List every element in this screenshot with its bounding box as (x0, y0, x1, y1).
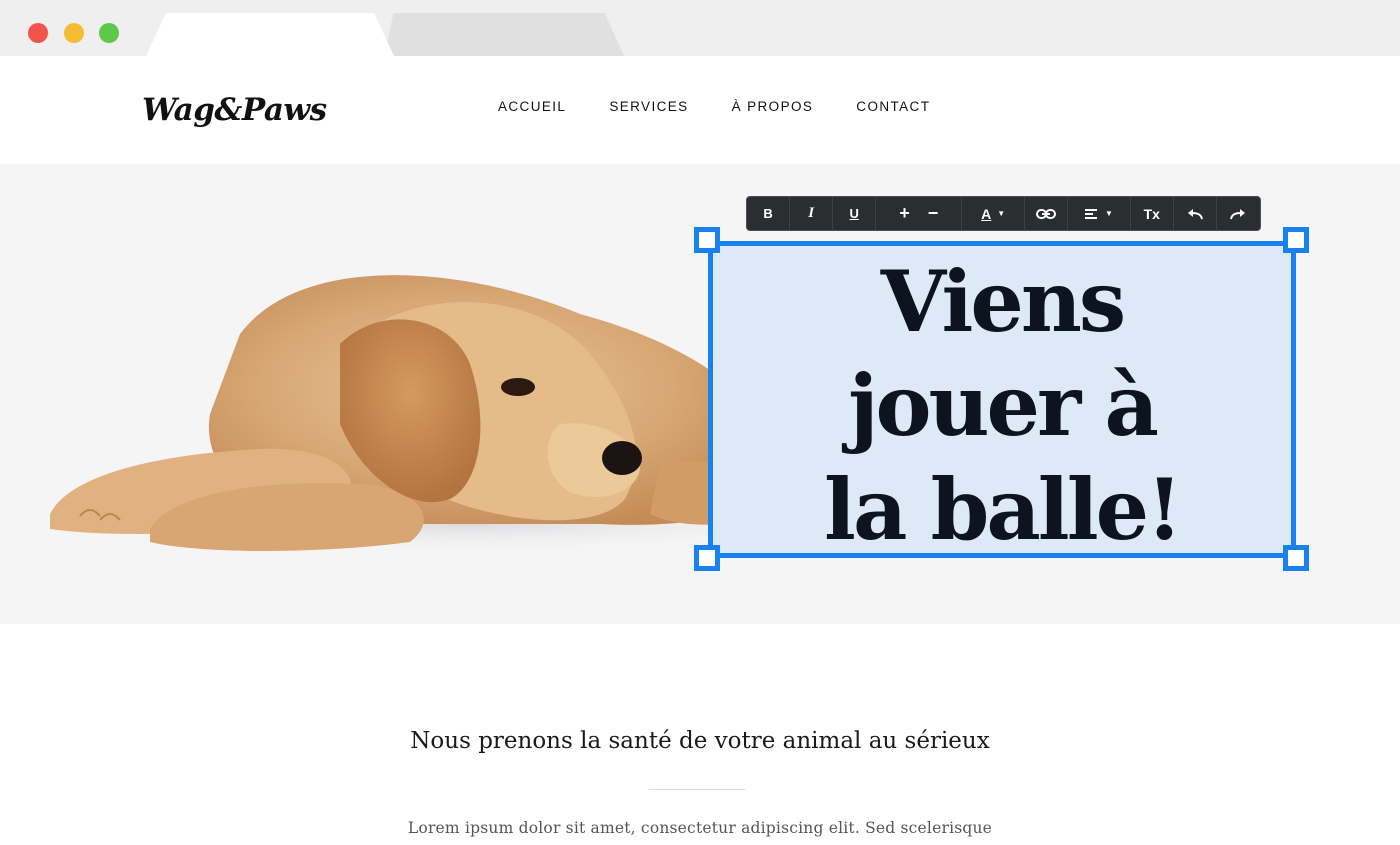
text-format-toolbar: B I U + − A ▼ ▼ Tx (746, 196, 1261, 231)
browser-chrome (0, 0, 1400, 56)
resize-handle-bottom-right[interactable] (1283, 545, 1309, 571)
section-body-text: Lorem ipsum dolor sit amet, consectetur … (407, 819, 993, 837)
underline-label: U (849, 206, 859, 221)
maximize-window-button[interactable] (99, 23, 119, 43)
redo-button[interactable] (1217, 197, 1260, 230)
bold-label: B (763, 206, 773, 221)
resize-handle-bottom-left[interactable] (694, 545, 720, 571)
link-button[interactable] (1025, 197, 1069, 230)
headline-edit-box[interactable]: Viens jouer à la balle! (708, 241, 1296, 559)
underline-button[interactable]: U (833, 197, 877, 230)
minimize-window-button[interactable] (64, 23, 84, 43)
browser-tab-active[interactable] (146, 13, 394, 56)
text-color-button[interactable]: A ▼ (962, 197, 1026, 230)
hero-headline[interactable]: Viens jouer à la balle! (713, 250, 1291, 562)
clear-format-label: Tx (1143, 205, 1160, 222)
undo-icon (1187, 208, 1203, 219)
nav-item-accueil[interactable]: ACCUEIL (498, 99, 566, 114)
text-color-label: A (981, 205, 992, 222)
undo-button[interactable] (1174, 197, 1217, 230)
chevron-down-icon: ▼ (1104, 209, 1113, 218)
redo-icon (1230, 208, 1246, 219)
headline-line-3: la balle! (824, 460, 1183, 559)
section-title: Nous prenons la santé de votre animal au… (410, 728, 990, 754)
site-header: Wag&Paws ACCUEIL SERVICES À PROPOS CONTA… (0, 56, 1400, 164)
section-divider (649, 789, 745, 790)
bold-button[interactable]: B (747, 197, 791, 230)
chevron-down-icon: ▼ (997, 209, 1006, 218)
site-logo[interactable]: Wag&Paws (142, 92, 327, 128)
close-window-button[interactable] (28, 23, 48, 43)
browser-tab-inactive[interactable] (384, 13, 624, 56)
resize-handle-top-right[interactable] (1283, 227, 1309, 253)
align-button[interactable]: ▼ (1068, 197, 1131, 230)
italic-label: I (808, 205, 815, 221)
font-size-controls: + − (876, 197, 963, 230)
headline-line-2: jouer à (848, 356, 1159, 455)
align-left-icon (1084, 208, 1097, 219)
nav-item-services[interactable]: SERVICES (609, 99, 688, 114)
increase-size-button[interactable]: + (899, 203, 910, 224)
headline-line-1: Viens (880, 252, 1126, 351)
link-icon (1036, 208, 1057, 219)
nav-item-a-propos[interactable]: À PROPOS (732, 99, 814, 114)
decrease-size-button[interactable]: − (928, 203, 939, 224)
main-nav: ACCUEIL SERVICES À PROPOS CONTACT (498, 99, 930, 114)
nav-item-contact[interactable]: CONTACT (856, 99, 930, 114)
resize-handle-top-left[interactable] (694, 227, 720, 253)
clear-format-button[interactable]: Tx (1131, 197, 1174, 230)
italic-button[interactable]: I (790, 197, 834, 230)
